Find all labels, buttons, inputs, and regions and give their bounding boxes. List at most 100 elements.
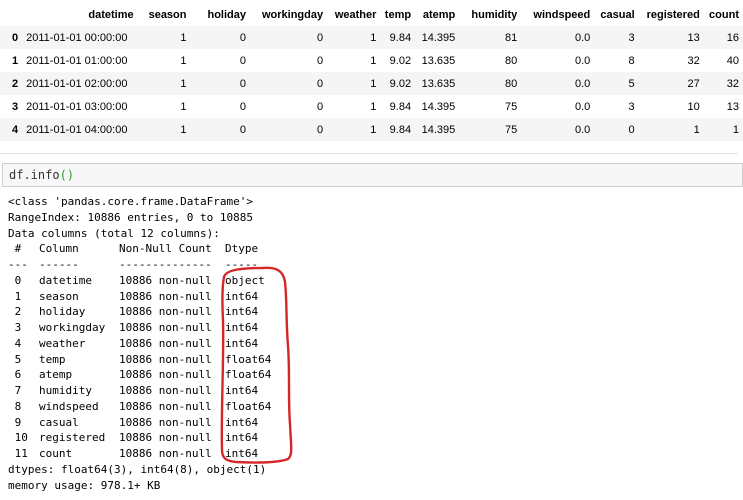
info-row: 10 registered 10886 non-null int64 (8, 430, 271, 446)
table-cell: 1 (180, 100, 187, 113)
col-num: 1 (8, 289, 22, 303)
table-cell: 2011-01-01 00:00:00 (26, 31, 128, 44)
column-header: casual (600, 9, 635, 21)
table-cell: 1 (370, 54, 377, 67)
col-num: 9 (8, 415, 22, 429)
info-output: <class 'pandas.core.frame.DataFrame'> Ra… (8, 194, 271, 493)
table-cell: 75 (505, 123, 518, 136)
col-name: registered (39, 431, 106, 445)
underline-num: --- (8, 258, 28, 271)
table-cell: 14.395 (421, 31, 456, 44)
table-cell: 13.635 (421, 77, 456, 90)
table-cell: 0.0 (574, 31, 591, 44)
row-index: 4 (12, 123, 19, 136)
table-cell: 0 (316, 100, 324, 113)
header-dtype: Dtype (225, 242, 259, 256)
code-input-cell[interactable]: df.info() (2, 163, 743, 187)
row-index: 1 (12, 54, 19, 67)
col-non-null: 10886 non-null (119, 447, 212, 460)
code-line[interactable]: df.info() (9, 168, 74, 182)
table-cell: 5 (628, 77, 635, 90)
table-cell: 2011-01-01 03:00:00 (26, 100, 128, 113)
table-cell: 9.84 (389, 100, 412, 113)
table-cell: 40 (726, 54, 739, 67)
col-dtype: int64 (225, 289, 259, 303)
underline-dtype: ----- (225, 258, 259, 271)
table-cell: 0 (239, 54, 246, 67)
table-cell: 16 (726, 31, 739, 44)
table-cell: 1 (693, 123, 700, 136)
table-cell: 2011-01-01 01:00:00 (26, 54, 128, 67)
table-cell: 80 (505, 77, 518, 90)
dtypes-line: dtypes: float64(3), int64(8), object(1) (8, 462, 267, 476)
table-cell: 0 (239, 31, 246, 44)
underline-non-null: -------------- (119, 258, 212, 271)
col-name: season (39, 289, 79, 303)
table-cell: 9.02 (389, 77, 412, 90)
col-num: 7 (8, 384, 22, 397)
table-cell: 1 (180, 123, 187, 136)
data-columns-line: Data columns (total 12 columns): (8, 226, 220, 240)
col-name: count (39, 447, 73, 460)
table-cell: 1 (370, 123, 377, 136)
table-cell: 1 (180, 77, 187, 90)
col-non-null: 10886 non-null (119, 289, 212, 303)
col-non-null: 10886 non-null (119, 321, 212, 334)
index-header (0, 4, 22, 26)
col-non-null: 10886 non-null (119, 273, 212, 287)
column-header: weather (334, 9, 377, 21)
table-cell: 27 (687, 77, 700, 90)
header-num: # (8, 242, 22, 256)
table-cell: 13 (687, 31, 700, 44)
table-cell: 14.395 (421, 100, 456, 113)
cell-divider (0, 153, 738, 154)
info-row: 11 count 10886 non-null int64 (8, 446, 271, 462)
col-num: 10 (8, 431, 28, 445)
row-index: 3 (12, 100, 19, 113)
column-header: count (709, 9, 739, 21)
table-cell: 1 (732, 123, 739, 136)
col-name: atemp (39, 368, 73, 382)
close-paren: ) (66, 168, 75, 182)
col-non-null: 10886 non-null (119, 352, 212, 366)
column-header: workingday (261, 9, 324, 21)
column-header: windspeed (533, 9, 591, 21)
range-index-line: RangeIndex: 10886 entries, 0 to 10885 (8, 210, 254, 224)
col-dtype: int64 (225, 336, 259, 350)
column-header: atemp (422, 9, 456, 21)
table-cell: 1 (180, 31, 187, 44)
col-dtype: int64 (225, 305, 259, 319)
open-paren: ( (59, 168, 67, 182)
table-cell: 13 (726, 100, 739, 113)
table-cell: 0 (239, 123, 246, 136)
col-num: 11 (8, 447, 28, 460)
table-cell: 9.84 (389, 31, 412, 44)
col-dtype: float64 (225, 399, 272, 413)
col-name: temp (39, 352, 66, 366)
info-row: 7 humidity 10886 non-null int64 (8, 383, 271, 399)
info-row: 3 workingday 10886 non-null int64 (8, 320, 271, 336)
col-name: weather (39, 336, 86, 350)
col-non-null: 10886 non-null (119, 399, 212, 413)
table-cell: 1 (370, 31, 377, 44)
table-cell: 13.635 (421, 54, 456, 67)
table-row: 3 2011-01-01 03:00:00 1 0 0 1 9.84 14.39… (0, 95, 743, 118)
table-cell: 0 (316, 77, 324, 90)
row-index: 0 (12, 31, 19, 44)
col-dtype: int64 (225, 384, 259, 397)
table-cell: 0 (316, 54, 324, 67)
table-cell: 32 (726, 77, 739, 90)
info-row: 8 windspeed 10886 non-null float64 (8, 399, 272, 415)
table-cell: 1 (180, 54, 187, 67)
info-row: 2 holiday 10886 non-null int64 (8, 304, 271, 320)
table-cell: 0.0 (574, 100, 591, 113)
info-row: 6 atemp 10886 non-null float64 (8, 367, 272, 383)
code-function: df.info (9, 168, 60, 182)
table-cell: 0 (239, 100, 246, 113)
table-cell: 8 (628, 54, 635, 67)
table-cell: 3 (628, 100, 635, 113)
info-header-line: # Column Non-Null Count Dtype (8, 241, 271, 257)
info-row: 4 weather 10886 non-null int64 (8, 336, 271, 352)
header-column: Column (39, 242, 79, 256)
info-row: 0 datetime 10886 non-null object (8, 273, 271, 289)
